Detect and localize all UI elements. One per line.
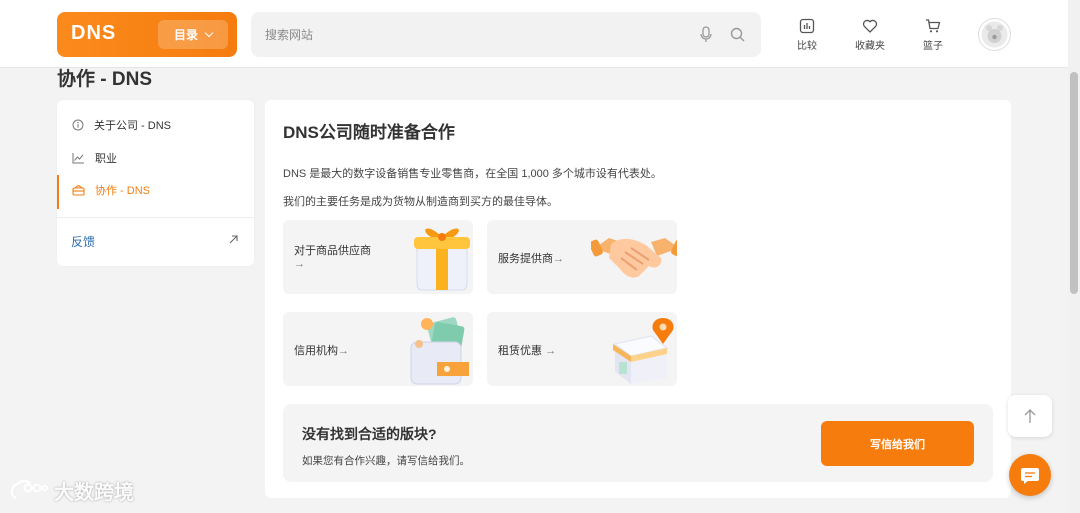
watermark-text: 大数跨境 [54,482,134,504]
mission-paragraph: 我们的主要任务是成为货物从制造商到买方的最佳导体。 [283,196,558,208]
compare-label: 比较 [797,41,817,52]
trend-icon [72,153,84,164]
sidebar-item-label: 协作 - DNS [95,185,150,197]
favorites-button[interactable]: 收藏夹 [845,18,895,52]
gift-box-icon [414,228,470,291]
cart-button[interactable]: 篮子 [908,18,958,52]
arrow-right-icon: → [294,258,305,270]
arrow-right-icon: → [545,345,557,357]
cta-subtitle: 如果您有合作兴趣，请写信给我们。 [302,455,470,467]
scroll-to-top-button[interactable] [1008,395,1052,437]
section-title: DNS公司随时准备合作 [283,123,455,142]
chevron-down-icon [204,28,214,38]
tile-service-providers[interactable]: 服务提供商→ [487,220,677,294]
chat-button[interactable] [1009,454,1051,496]
sidebar-divider [57,217,254,218]
heart-icon [862,19,878,33]
write-to-us-button[interactable]: 写信给我们 [821,421,974,466]
tile-label: 信用机构→ [294,345,349,357]
tile-label: 服务提供商→ [498,253,564,265]
shop-location-icon [613,318,674,384]
sidebar-item-label: 关于公司 - DNS [94,120,171,132]
arrow-right-icon: → [553,253,564,265]
compare-button[interactable]: 比较 [782,18,832,52]
tile-suppliers[interactable]: 对于商品供应商 → [283,220,473,294]
arrow-up-icon [1024,409,1036,423]
favorites-label: 收藏夹 [855,41,885,52]
tile-label: 对于商品供应商 [294,245,371,257]
dns-logo[interactable]: DNS [71,22,116,45]
arrow-up-right-icon[interactable] [229,235,238,244]
wallet-money-icon [410,317,469,385]
catalog-label: 目录 [173,28,198,42]
user-avatar-icon [981,21,1008,48]
search-input[interactable] [251,12,681,57]
microphone-icon[interactable] [700,26,712,43]
page-title: 协作 - DNS [57,69,153,90]
search-icon[interactable] [730,27,745,42]
info-icon [72,119,84,131]
arrow-right-icon: → [338,345,349,357]
catalog-button[interactable]: 目录 [158,20,228,49]
feedback-link[interactable]: 反馈 [71,233,95,250]
tile-rental-offers[interactable]: 租赁优惠 → [487,312,677,386]
sidebar-item-cooperation[interactable]: 协作 - DNS [57,175,254,209]
intro-paragraph: DNS 是最大的数字设备销售专业零售商，在全国 1,000 多个城市设有代表处。 [283,168,662,180]
sidebar-item-about[interactable]: 关于公司 - DNS [57,110,254,140]
compare-chart-icon [799,18,815,34]
handshake-icon [591,238,677,278]
sidebar: 关于公司 - DNS 职业 协作 - DNS 反馈 [57,100,254,266]
search-bar [251,12,761,57]
scrollbar-thumb[interactable] [1070,72,1078,294]
sidebar-item-label: 职业 [95,153,117,165]
avatar[interactable] [978,18,1011,51]
tile-credit-institutions[interactable]: 信用机构→ [283,312,473,386]
cart-icon [926,19,941,33]
watermark-logo-icon [10,479,48,499]
tile-label: 租赁优惠 → [498,345,557,357]
cta-title: 没有找到合适的版块? [302,426,437,442]
sidebar-item-careers[interactable]: 职业 [57,143,254,173]
logo-catalog-block: DNS 目录 [57,12,237,57]
top-header: DNS 目录 比较 收藏夹 [0,0,1068,68]
page-scrollbar[interactable] [1068,0,1080,513]
cart-label: 篮子 [923,41,943,52]
contact-cta-panel: 没有找到合适的版块? 如果您有合作兴趣，请写信给我们。 写信给我们 [283,404,993,482]
chat-bubble-icon [1021,468,1039,484]
watermark: 大数跨境 [8,476,134,505]
handshake-box-icon [72,184,85,196]
main-card: DNS公司随时准备合作 DNS 是最大的数字设备销售专业零售商，在全国 1,00… [265,100,1011,498]
